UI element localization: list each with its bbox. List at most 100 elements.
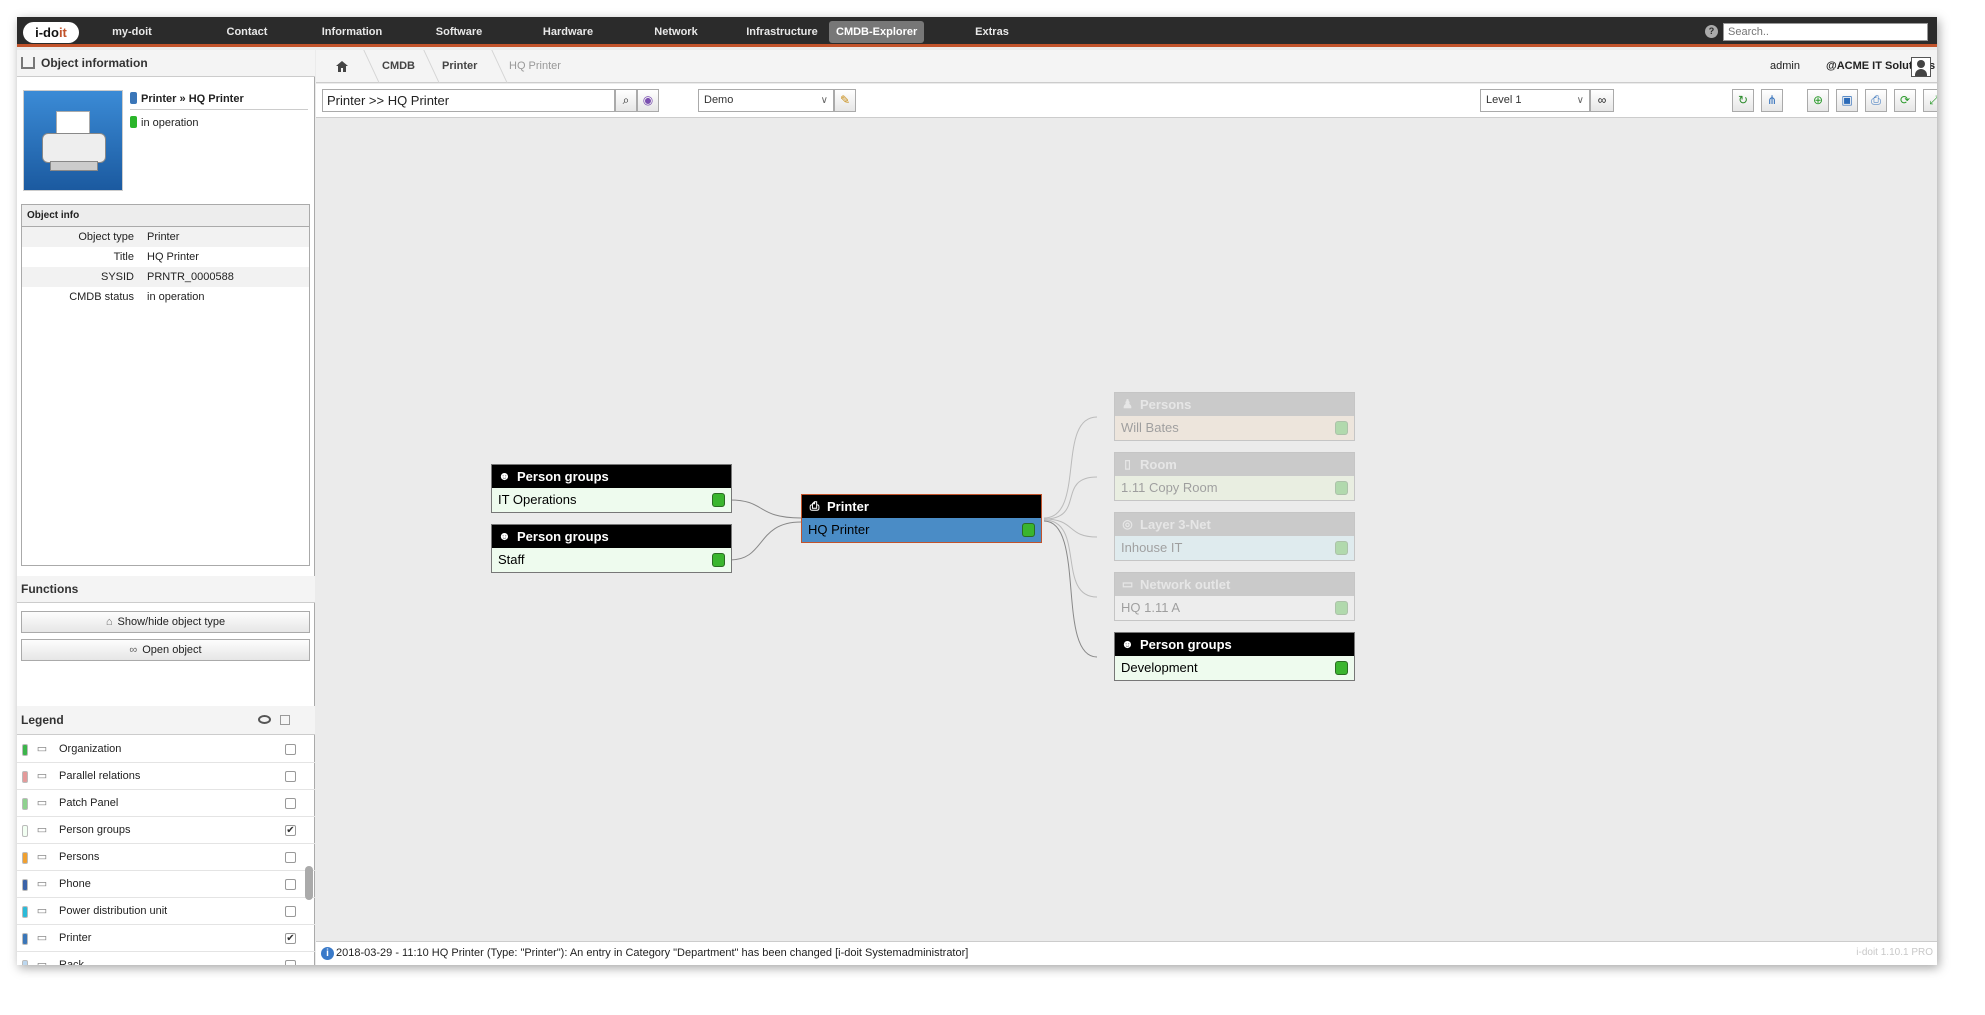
print-button[interactable]: ⎙ (1865, 89, 1887, 112)
legend-checkbox[interactable] (285, 798, 296, 809)
person-groups-icon: ☻ (498, 469, 511, 483)
rack-icon: ▭ (36, 959, 48, 965)
legend-color-swatch (22, 744, 28, 756)
show-hide-object-type-button[interactable]: ⌂ Show/hide object type (21, 611, 310, 633)
eye-icon[interactable] (258, 715, 271, 724)
app-window: i-doit my-doit Contact Information Softw… (17, 17, 1937, 965)
graph-node[interactable]: ☻ Person groups Development (1114, 632, 1355, 681)
object-title: Printer » HQ Printer (130, 92, 308, 110)
legend-item[interactable]: ▭ Power distribution unit (17, 898, 315, 925)
user-profile-icon[interactable] (1911, 57, 1931, 77)
legend-item[interactable]: ▭ Phone (17, 871, 315, 898)
breadcrumb-printer[interactable]: Printer (442, 50, 477, 83)
legend-checkbox[interactable] (285, 960, 296, 965)
nav-infrastructure[interactable]: Infrastructure (732, 17, 832, 47)
add-button[interactable]: ⊕ (1807, 89, 1829, 112)
legend-item[interactable]: ▭ Organization (17, 736, 315, 763)
breadcrumb-cmdb[interactable]: CMDB (382, 50, 415, 83)
pdu-icon: ▭ (36, 905, 48, 917)
legend-checkbox[interactable]: ✔ (285, 825, 296, 836)
user-name[interactable]: admin (1770, 60, 1800, 72)
node-object-name: Development (1121, 660, 1198, 675)
node-body: IT Operations (492, 488, 731, 512)
legend-toggle-checkbox[interactable] (280, 715, 290, 725)
object-path-field[interactable]: Printer >> HQ Printer (322, 89, 615, 112)
nav-information[interactable]: Information (307, 17, 397, 47)
nav-my-doit[interactable]: my-doit (92, 17, 172, 47)
legend-item[interactable]: ▭ Printer ✔ (17, 925, 315, 952)
nav-extras[interactable]: Extras (967, 17, 1017, 47)
rotate-button[interactable]: ↻ (1732, 89, 1754, 112)
nav-hardware[interactable]: Hardware (527, 17, 609, 47)
legend-checkbox[interactable] (285, 852, 296, 863)
node-type-label: Person groups (1140, 637, 1232, 652)
graph-node[interactable]: ▭ Network outlet HQ 1.11 A (1114, 572, 1355, 621)
nav-contact[interactable]: Contact (212, 17, 282, 47)
globe-button[interactable]: ◉ (637, 89, 659, 112)
graph-node[interactable]: ◎ Layer 3-Net Inhouse IT (1114, 512, 1355, 561)
rotate-icon: ↻ (1737, 93, 1749, 107)
legend-header: Legend (17, 706, 315, 735)
open-object-button[interactable]: ∞ Open object (21, 639, 310, 661)
node-status-indicator (712, 553, 725, 567)
fullscreen-button[interactable]: ⤢ (1923, 89, 1937, 112)
home-icon[interactable] (336, 61, 348, 72)
legend-item[interactable]: ▭ Rack (17, 952, 315, 965)
legend-item-label: Power distribution unit (59, 905, 168, 917)
legend-scrollbar[interactable] (305, 866, 313, 900)
legend-checkbox[interactable]: ✔ (285, 933, 296, 944)
info-icon: i (321, 947, 334, 960)
legend-item[interactable]: ▭ Parallel relations (17, 763, 315, 790)
printer-image (23, 90, 123, 191)
nav-cmdb-explorer[interactable]: CMDB-Explorer (829, 21, 925, 43)
printer-icon: ⎙ (809, 499, 820, 513)
object-info-heading: Object info (22, 205, 309, 227)
node-body: HQ Printer (802, 518, 1041, 542)
cmdb-explorer-canvas[interactable]: ☻ Person groups IT Operations ☻ Person group… (316, 119, 1937, 941)
left-sidebar: Object information Printer » HQ Printer … (17, 50, 315, 965)
object-info-row: SYSID PRNTR_0000588 (22, 267, 309, 287)
version-label: i-doit 1.10.1 PRO (1856, 947, 1933, 958)
node-body: Staff (492, 548, 731, 572)
refresh-button[interactable]: ⟳ (1894, 89, 1916, 112)
graph-node[interactable]: ⎙ Printer HQ Printer (801, 494, 1042, 543)
graph-node[interactable]: ♟ Persons Will Bates (1114, 392, 1355, 441)
legend-item[interactable]: ▭ Patch Panel (17, 790, 315, 817)
search-input[interactable] (1723, 23, 1928, 41)
graph-node[interactable]: ☻ Person groups Staff (491, 524, 732, 573)
graph-node[interactable]: ▯ Room 1.11 Copy Room (1114, 452, 1355, 501)
legend-item-label: Phone (59, 878, 91, 890)
edit-profile-button[interactable]: ✎ (834, 89, 856, 112)
save-button[interactable]: ▣ (1836, 89, 1858, 112)
node-type-label: Persons (1140, 397, 1192, 412)
idoit-logo[interactable]: i-doit (23, 22, 79, 43)
legend-checkbox[interactable] (285, 771, 296, 782)
link-icon: ∞ (1597, 93, 1607, 107)
legend-checkbox[interactable] (285, 906, 296, 917)
node-object-name: HQ 1.11 A (1121, 600, 1181, 615)
object-information-header: Object information (17, 50, 315, 77)
legend-color-swatch (22, 879, 28, 891)
help-icon[interactable]: ? (1705, 25, 1718, 38)
person-groups-icon: ▭ (36, 824, 48, 836)
legend-item[interactable]: ▭ Person groups ✔ (17, 817, 315, 844)
layout-button[interactable]: ⋔ (1761, 89, 1783, 112)
graph-node[interactable]: ☻ Person groups IT Operations (491, 464, 732, 513)
node-type-label: Room (1140, 457, 1177, 472)
legend-checkbox[interactable] (285, 879, 296, 890)
node-body: 1.11 Copy Room (1115, 476, 1354, 500)
legend-item-label: Printer (59, 932, 92, 944)
functions-header: Functions (17, 576, 315, 603)
legend-checkbox[interactable] (285, 744, 296, 755)
legend-color-swatch (22, 798, 28, 810)
link-button[interactable]: ∞ (1590, 89, 1614, 112)
globe-icon: ◉ (642, 93, 654, 107)
level-select[interactable]: Level 1 ∨ (1480, 89, 1590, 112)
legend-item[interactable]: ▭ Persons (17, 844, 315, 871)
legend-item-label: Organization (59, 743, 122, 755)
object-info-row: CMDB status in operation (69, 291, 205, 303)
nav-network[interactable]: Network (638, 17, 714, 47)
profile-select[interactable]: Demo ∨ (698, 89, 834, 112)
search-button[interactable]: ⌕ (615, 89, 637, 112)
nav-software[interactable]: Software (420, 17, 498, 47)
